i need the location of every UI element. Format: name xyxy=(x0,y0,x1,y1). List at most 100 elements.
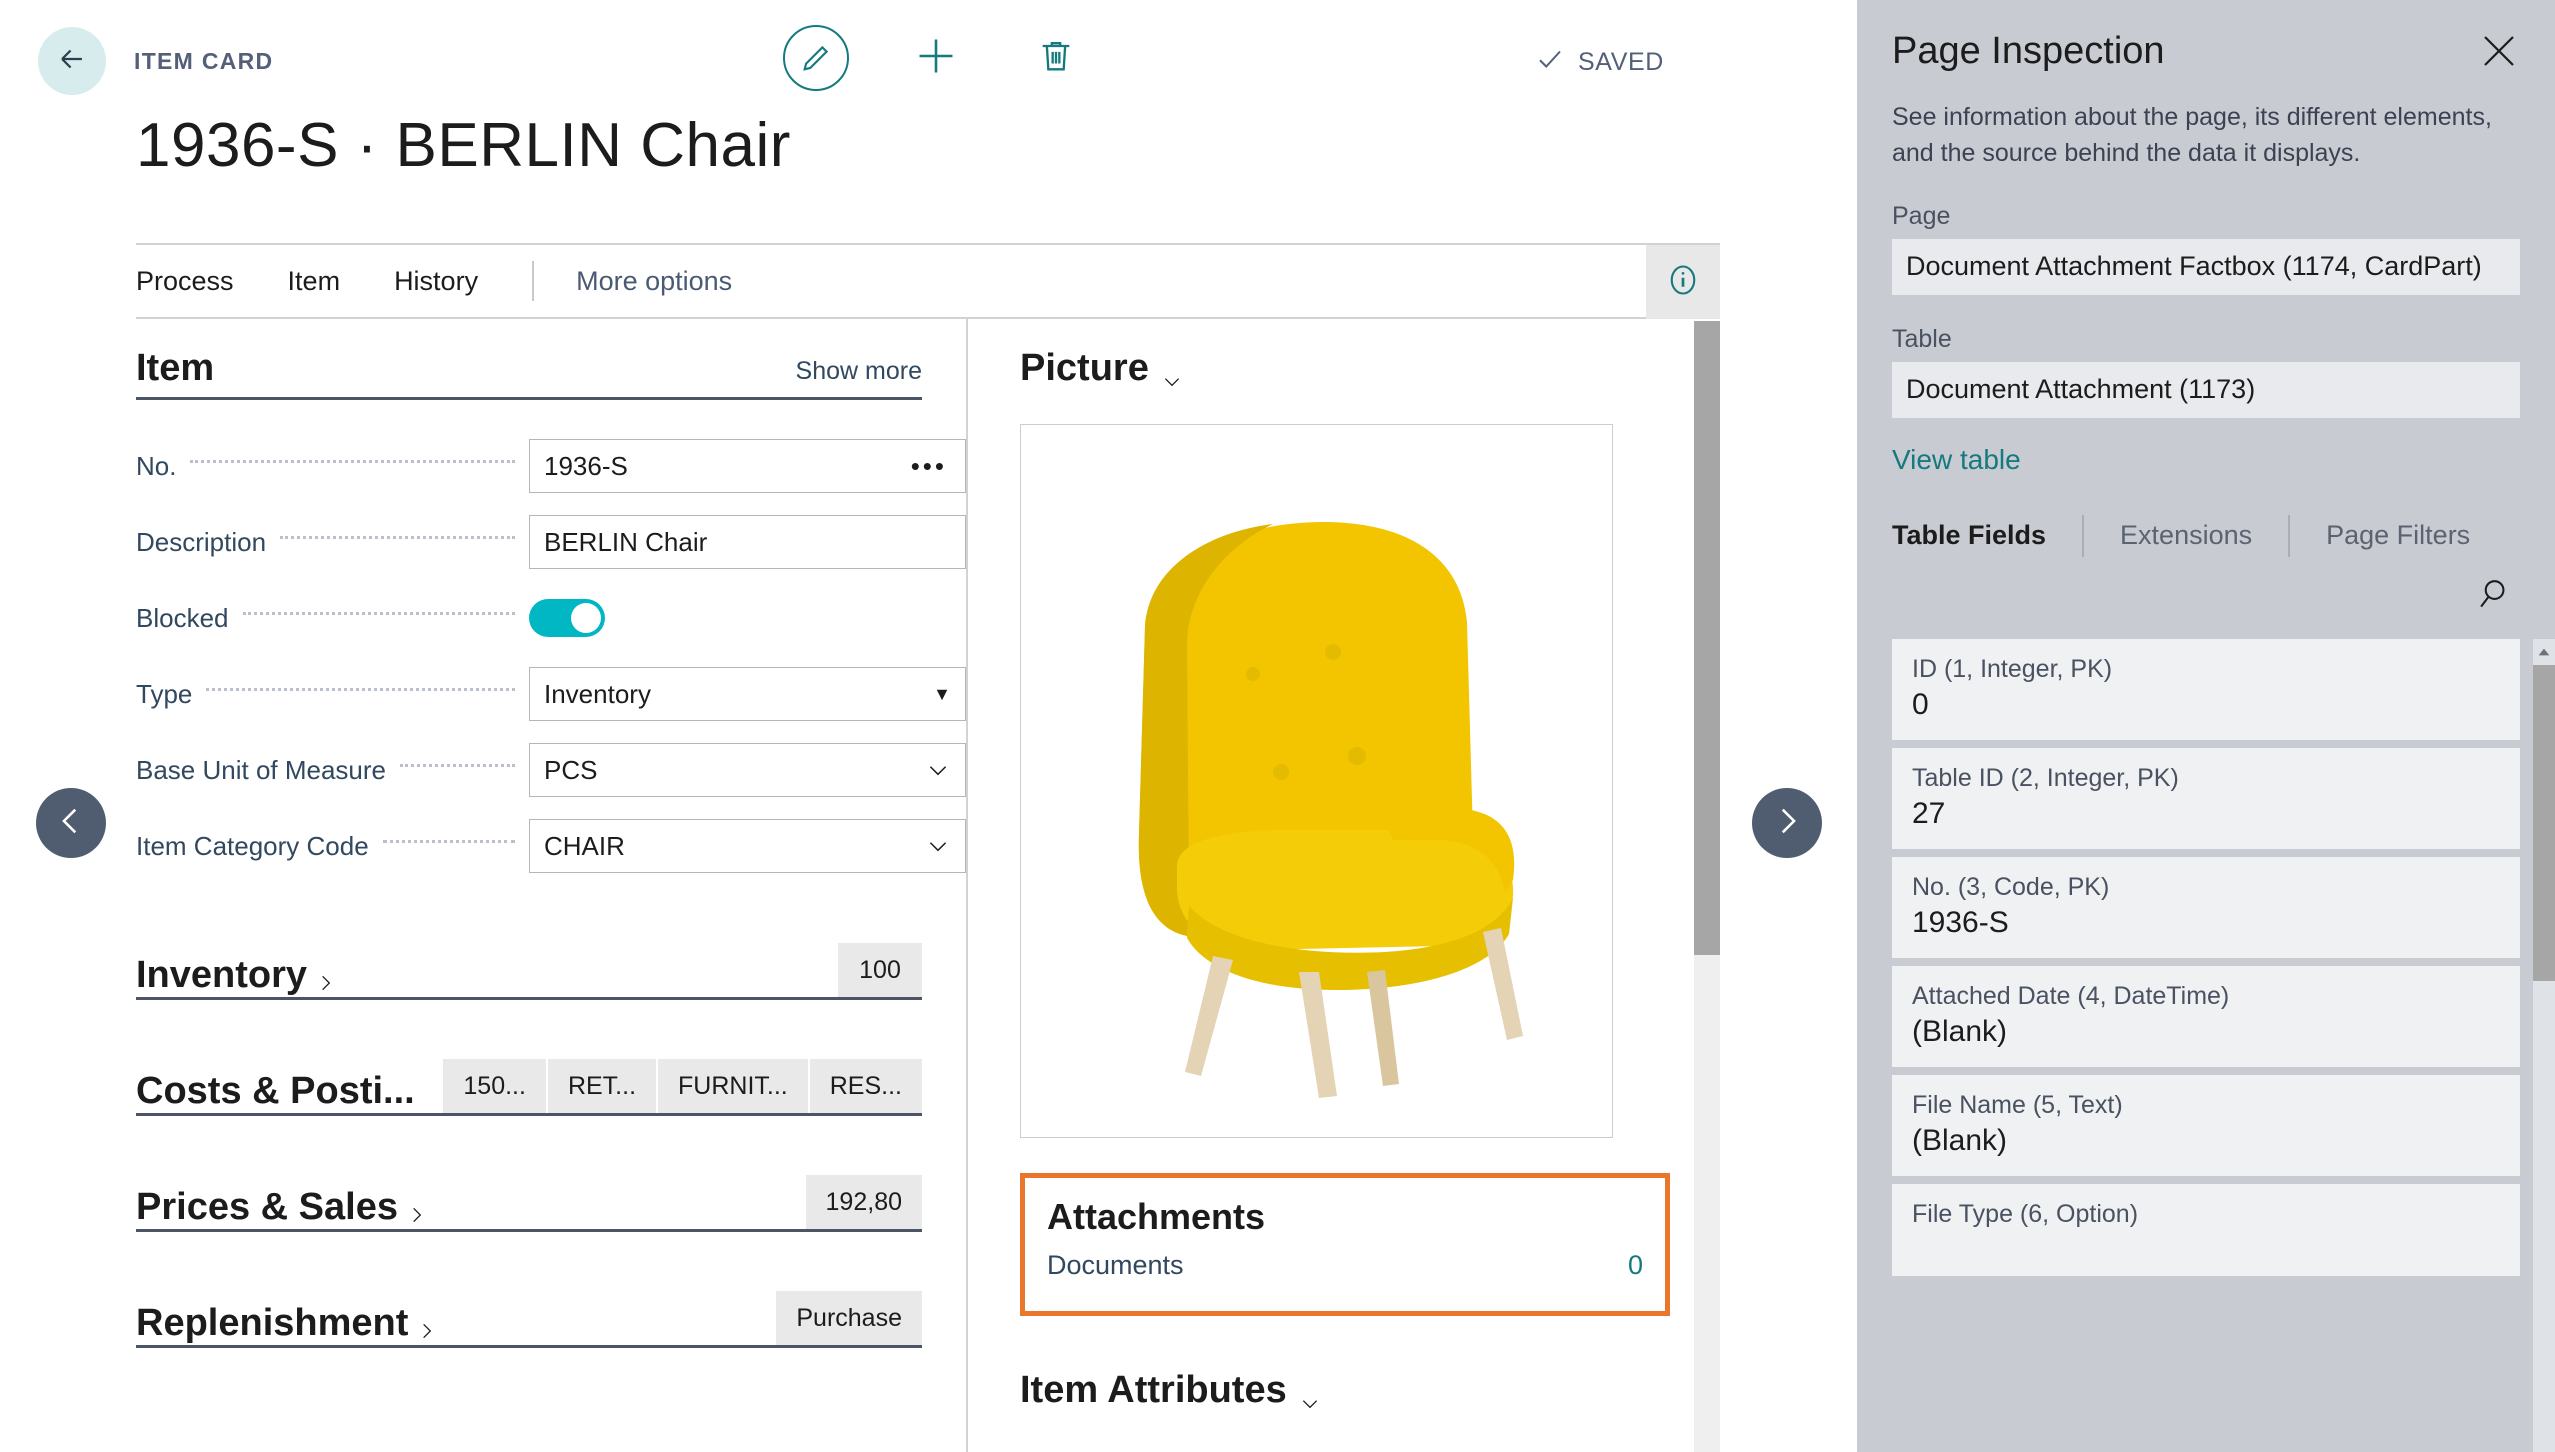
group-costs-posting[interactable]: Costs & Posti... 150... RET... FURNIT...… xyxy=(136,1054,922,1116)
replenishment-value[interactable]: Purchase xyxy=(774,1291,922,1345)
group-replenishment[interactable]: Replenishment Purchase xyxy=(136,1286,922,1348)
item-category-code-lookup[interactable]: CHAIR xyxy=(529,819,966,873)
breadcrumb[interactable]: ITEM CARD xyxy=(134,48,273,75)
tab-page-filters[interactable]: Page Filters xyxy=(2326,520,2470,551)
ribbon-item-item[interactable]: Item xyxy=(288,266,341,297)
ribbon-more-options[interactable]: More options xyxy=(576,266,732,297)
saved-label: SAVED xyxy=(1578,48,1664,76)
page-inspection-header: Page Inspection xyxy=(1892,30,2520,73)
chevron-right-icon[interactable] xyxy=(417,1311,437,1338)
chevron-right-icon xyxy=(1770,804,1804,843)
info-icon xyxy=(1665,262,1701,303)
table-field-value[interactable]: Document Attachment (1173) xyxy=(1892,361,2520,418)
field-label-blocked: Blocked xyxy=(136,602,229,633)
group-replenishment-label: Replenishment xyxy=(136,1302,409,1344)
table-field-key: Attached Date (4, DateTime) xyxy=(1912,982,2230,1010)
table-field-row[interactable]: File Name (5, Text) (Blank) xyxy=(1892,1075,2520,1176)
chevron-right-icon[interactable] xyxy=(316,963,336,990)
show-more-link[interactable]: Show more xyxy=(796,357,922,390)
info-button[interactable] xyxy=(1646,245,1720,319)
group-costs-posting-label: Costs & Posti... xyxy=(136,1070,415,1112)
pencil-icon xyxy=(783,25,849,91)
no-input[interactable]: 1936-S ••• xyxy=(529,439,966,493)
table-field-row[interactable]: ID (1, Integer, PK) 0 xyxy=(1892,639,2520,740)
search-icon[interactable] xyxy=(2474,575,2512,618)
ribbon-item-history[interactable]: History xyxy=(394,266,478,297)
field-row-blocked: Blocked xyxy=(136,580,966,656)
group-inventory[interactable]: Inventory 100 xyxy=(136,938,922,1000)
page-field-value[interactable]: Document Attachment Factbox (1174, CardP… xyxy=(1892,238,2520,295)
table-field-row[interactable]: No. (3, Code, PK) 1936-S xyxy=(1892,857,2520,958)
scroll-up-icon[interactable] xyxy=(2533,639,2555,665)
chevron-down-icon[interactable] xyxy=(925,757,951,783)
card-content: Item Show more No. 1936-S ••• Descriptio… xyxy=(136,319,1720,1452)
edit-button[interactable] xyxy=(780,22,852,94)
tab-divider xyxy=(2288,514,2291,557)
dot-leader xyxy=(382,840,515,843)
inventory-value[interactable]: 100 xyxy=(836,943,922,997)
checkmark-icon xyxy=(1535,44,1565,81)
attachments-documents-count[interactable]: 0 xyxy=(1628,1250,1643,1281)
tab-table-fields[interactable]: Table Fields xyxy=(1892,520,2046,551)
dot-leader xyxy=(280,536,515,539)
blocked-toggle[interactable] xyxy=(529,599,605,637)
action-ribbon: Process Item History More options xyxy=(136,243,1720,319)
caret-down-icon[interactable]: ▼ xyxy=(933,684,951,705)
close-button[interactable] xyxy=(2478,30,2520,72)
trash-icon xyxy=(1036,36,1076,81)
picture-title: Picture xyxy=(1020,347,1149,389)
group-prices-sales[interactable]: Prices & Sales 192,80 xyxy=(136,1170,922,1232)
assist-edit-icon[interactable]: ••• xyxy=(911,451,951,482)
table-fields-list[interactable]: ID (1, Integer, PK) 0 Table ID (2, Integ… xyxy=(1857,639,2555,1452)
description-input[interactable]: BERLIN Chair xyxy=(529,515,966,569)
factbox-column: Picture Attachments Documents 0 Item Att… xyxy=(968,319,1720,1452)
attachments-factbox[interactable]: Attachments Documents 0 xyxy=(1020,1173,1670,1316)
inspection-scrollbar[interactable] xyxy=(2533,639,2555,1452)
type-select[interactable]: Inventory ▼ xyxy=(529,667,966,721)
field-label-type: Type xyxy=(136,678,193,709)
chevron-right-icon[interactable] xyxy=(407,1195,427,1222)
group-prices-sales-title: Prices & Sales xyxy=(136,1186,427,1229)
base-unit-of-measure-lookup[interactable]: PCS xyxy=(529,743,966,797)
back-button[interactable] xyxy=(38,27,106,95)
ribbon-divider xyxy=(532,261,535,301)
item-attributes-factbox-header[interactable]: Item Attributes xyxy=(1020,1369,1720,1412)
tab-extensions[interactable]: Extensions xyxy=(2120,520,2252,551)
costs-value-3[interactable]: FURNIT... xyxy=(656,1059,808,1113)
view-table-link[interactable]: View table xyxy=(1892,444,2021,476)
delete-button[interactable] xyxy=(1020,22,1092,94)
item-fields: No. 1936-S ••• Description BERLIN Chair xyxy=(136,428,966,884)
costs-value-4[interactable]: RES... xyxy=(807,1059,922,1113)
item-attributes-title: Item Attributes xyxy=(1020,1369,1287,1411)
group-replenishment-title: Replenishment xyxy=(136,1302,437,1345)
page-title: 1936-S · BERLIN Chair xyxy=(136,111,791,180)
next-record-button[interactable] xyxy=(1752,788,1822,858)
inspection-search-row xyxy=(1892,564,2520,630)
costs-value-1[interactable]: 150... xyxy=(441,1059,546,1113)
dot-leader xyxy=(190,460,515,463)
table-field-key: ID (1, Integer, PK) xyxy=(1912,655,2113,683)
page-inspection-panel: Page Inspection See information about th… xyxy=(1857,0,2555,1452)
picture-factbox-header[interactable]: Picture xyxy=(1020,347,1720,390)
field-row-type: Type Inventory ▼ xyxy=(136,656,966,732)
costs-value-2[interactable]: RET... xyxy=(545,1059,657,1113)
page-inspection-description: See information about the page, its diff… xyxy=(1892,103,2492,168)
table-field-row[interactable]: Attached Date (4, DateTime) (Blank) xyxy=(1892,966,2520,1067)
new-button[interactable] xyxy=(900,22,972,94)
page-inspection-title: Page Inspection xyxy=(1892,30,2165,72)
previous-record-button[interactable] xyxy=(36,788,106,858)
ribbon-item-process[interactable]: Process xyxy=(136,266,234,297)
chevron-down-icon[interactable] xyxy=(1297,1381,1323,1408)
table-field-value-text: 1936-S xyxy=(1912,906,2009,939)
no-value: 1936-S xyxy=(544,450,628,481)
main-scrollbar[interactable] xyxy=(1694,321,1720,1452)
table-field-label: Table xyxy=(1892,324,1952,353)
chevron-down-icon[interactable] xyxy=(1159,359,1185,386)
table-field-row[interactable]: File Type (6, Option) xyxy=(1892,1184,2520,1276)
inspection-scrollbar-thumb[interactable] xyxy=(2533,665,2555,981)
prices-sales-value[interactable]: 192,80 xyxy=(803,1175,922,1229)
item-picture[interactable] xyxy=(1020,424,1613,1138)
table-field-row[interactable]: Table ID (2, Integer, PK) 27 xyxy=(1892,748,2520,849)
chevron-down-icon[interactable] xyxy=(925,833,951,859)
main-scrollbar-thumb[interactable] xyxy=(1694,321,1720,955)
